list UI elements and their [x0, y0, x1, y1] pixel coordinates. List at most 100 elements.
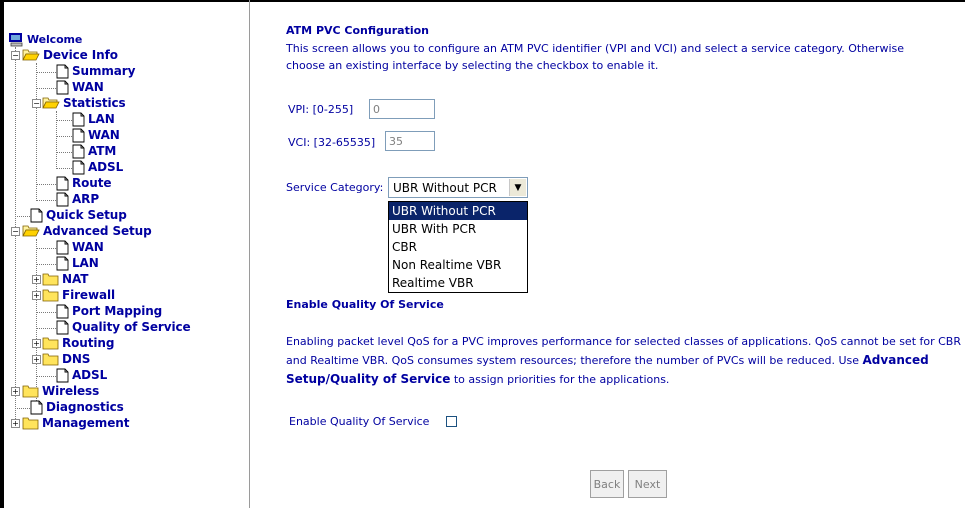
tree-item-routing[interactable]: Routing	[42, 335, 114, 351]
page-icon	[72, 128, 85, 142]
open-folder-icon	[22, 49, 40, 61]
tree-item-statistics-atm[interactable]: ATM	[72, 143, 116, 159]
tree-item-advanced-lan[interactable]: LAN	[56, 255, 99, 271]
tree-label: WAN	[72, 80, 104, 94]
expand-nat-toggle[interactable]: +	[32, 275, 41, 284]
service-category-option[interactable]: UBR Without PCR	[389, 202, 527, 220]
tree-item-route[interactable]: Route	[56, 175, 112, 191]
open-folder-icon	[42, 97, 60, 109]
service-category-option[interactable]: CBR	[389, 238, 527, 256]
page-icon	[30, 400, 43, 414]
tree-item-diagnostics[interactable]: Diagnostics	[30, 399, 124, 415]
tree-item-quick-setup[interactable]: Quick Setup	[30, 207, 127, 223]
tree-label: Summary	[72, 64, 136, 78]
tree-item-dns[interactable]: DNS	[42, 351, 90, 367]
folder-icon	[22, 385, 39, 398]
folder-icon	[42, 289, 59, 302]
tree-label: Diagnostics	[46, 400, 124, 414]
collapse-advanced-setup-toggle[interactable]: −	[11, 227, 20, 236]
page-icon	[72, 160, 85, 174]
tree-item-statistics-adsl[interactable]: ADSL	[72, 159, 123, 175]
qos-text-before: Enabling packet level QoS for a PVC impr…	[286, 335, 962, 367]
service-category-option[interactable]: Realtime VBR	[389, 274, 527, 292]
tree-label: Management	[42, 416, 130, 430]
folder-icon	[42, 273, 59, 286]
tree-item-wan[interactable]: WAN	[56, 79, 104, 95]
dropdown-arrow-icon[interactable]: ▼	[509, 179, 526, 196]
tree-label: Wireless	[42, 384, 100, 398]
qos-checkbox-label: Enable Quality Of Service	[289, 415, 430, 428]
tree-item-quality-of-service[interactable]: Quality of Service	[56, 319, 191, 335]
expand-firewall-toggle[interactable]: +	[32, 291, 41, 300]
back-button[interactable]: Back	[590, 470, 624, 498]
service-category-select[interactable]: UBR Without PCR ▼	[388, 177, 528, 198]
service-category-option[interactable]: UBR With PCR	[389, 220, 527, 238]
tree-label: DNS	[62, 352, 91, 366]
tree-item-wireless[interactable]: Wireless	[22, 383, 99, 399]
tree-label: LAN	[88, 112, 115, 126]
folder-icon	[42, 353, 59, 366]
folder-icon	[22, 417, 39, 430]
page-icon	[56, 64, 69, 78]
tree-label: ADSL	[88, 160, 124, 174]
tree-item-arp[interactable]: ARP	[56, 191, 99, 207]
vci-input[interactable]	[385, 131, 435, 151]
tree-label: Quick Setup	[46, 208, 127, 222]
tree-item-summary[interactable]: Summary	[56, 63, 135, 79]
tree-item-advanced-setup[interactable]: Advanced Setup	[22, 223, 152, 239]
tree-item-device-info[interactable]: Device Info	[22, 47, 118, 63]
page-icon	[72, 112, 85, 126]
computer-icon	[9, 32, 23, 46]
open-folder-icon	[22, 225, 40, 237]
service-category-option[interactable]: Non Realtime VBR	[389, 256, 527, 274]
tree-item-welcome[interactable]: Welcome	[8, 31, 82, 47]
page-title: ATM PVC Configuration	[286, 24, 429, 37]
tree-item-advanced-wan[interactable]: WAN	[56, 239, 104, 255]
tree-item-advanced-adsl[interactable]: ADSL	[56, 367, 107, 383]
tree-label: Device Info	[43, 48, 118, 62]
service-category-label: Service Category:	[286, 181, 384, 194]
tree-item-firewall[interactable]: Firewall	[42, 287, 115, 303]
page-icon	[56, 80, 69, 94]
next-button[interactable]: Next	[628, 470, 667, 498]
vci-label: VCI: [32-65535]	[288, 136, 376, 149]
main-content: ATM PVC Configuration This screen allows…	[286, 0, 961, 508]
service-category-value: UBR Without PCR	[393, 180, 497, 195]
navigation-tree: − − − + + + + + + Welcome Device Info Su…	[0, 0, 249, 508]
tree-label: ARP	[72, 192, 100, 206]
tree-label: Firewall	[62, 288, 115, 302]
tree-label: Port Mapping	[72, 304, 163, 318]
tree-item-nat[interactable]: NAT	[42, 271, 88, 287]
page-icon	[56, 304, 69, 318]
expand-wireless-toggle[interactable]: +	[11, 387, 20, 396]
tree-item-statistics-lan[interactable]: LAN	[72, 111, 115, 127]
page-icon	[56, 176, 69, 190]
page-icon	[56, 256, 69, 270]
tree-label: Statistics	[63, 96, 126, 110]
page-icon	[56, 368, 69, 382]
qos-text-after: to assign priorities for the application…	[450, 373, 670, 386]
tree-item-port-mapping[interactable]: Port Mapping	[56, 303, 162, 319]
tree-label: Route	[72, 176, 112, 190]
tree-item-management[interactable]: Management	[22, 415, 129, 431]
expand-routing-toggle[interactable]: +	[32, 339, 41, 348]
vpi-input[interactable]	[369, 99, 435, 119]
collapse-device-info-toggle[interactable]: −	[11, 51, 20, 60]
tree-item-statistics-wan[interactable]: WAN	[72, 127, 120, 143]
expand-management-toggle[interactable]: +	[11, 419, 20, 428]
tree-label: ATM	[88, 144, 117, 158]
tree-label: LAN	[72, 256, 99, 270]
tree-label: NAT	[62, 272, 89, 286]
collapse-statistics-toggle[interactable]: −	[32, 99, 41, 108]
page-icon	[56, 240, 69, 254]
qos-heading: Enable Quality Of Service	[286, 298, 444, 311]
tree-label: Quality of Service	[72, 320, 191, 334]
page-icon	[72, 144, 85, 158]
tree-label: Routing	[62, 336, 115, 350]
qos-description: Enabling packet level QoS for a PVC impr…	[286, 332, 961, 389]
expand-dns-toggle[interactable]: +	[32, 355, 41, 364]
tree-label: ADSL	[72, 368, 108, 382]
tree-label: Advanced Setup	[43, 224, 152, 238]
enable-qos-checkbox[interactable]	[446, 416, 457, 427]
tree-item-statistics[interactable]: Statistics	[42, 95, 126, 111]
